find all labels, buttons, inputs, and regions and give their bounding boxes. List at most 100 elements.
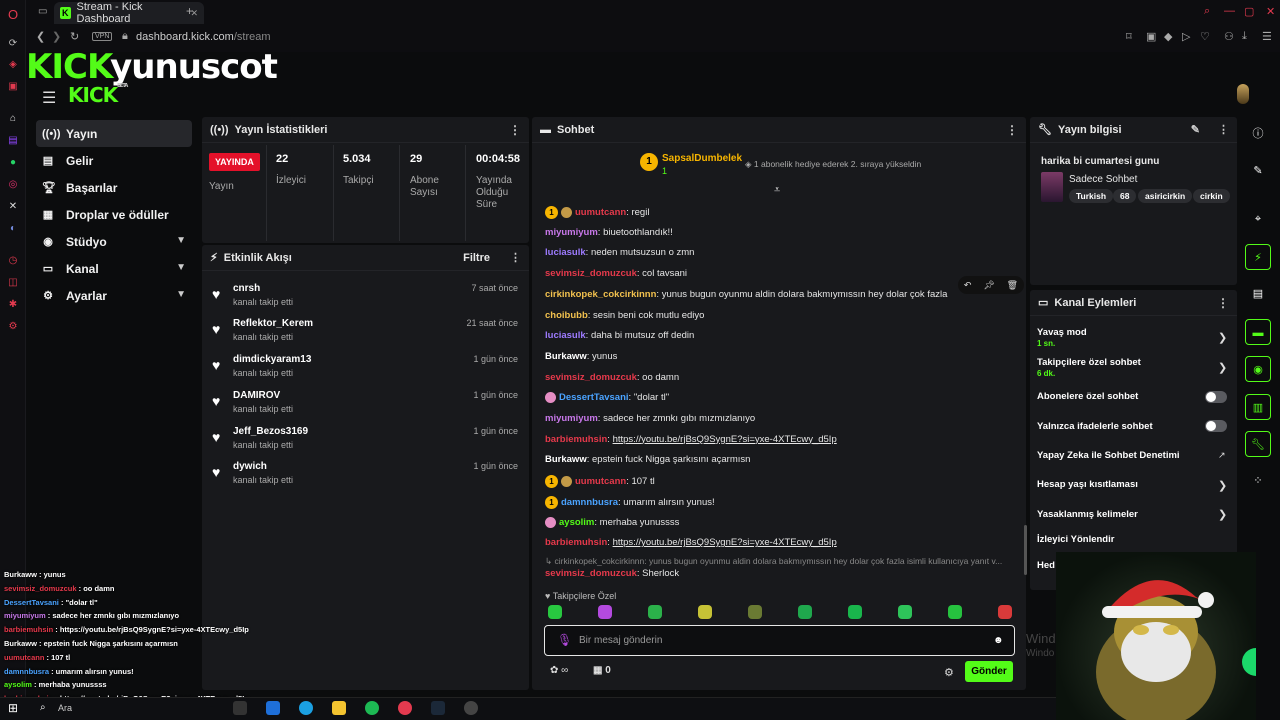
- chevron-right-icon[interactable]: ❯: [1218, 331, 1227, 344]
- action-slow-mode[interactable]: Yavaş mod 1 sn.: [1037, 327, 1087, 348]
- chat-message[interactable]: sevimsiz_domuzcuk: Sherlock: [545, 568, 679, 579]
- chevron-right-icon[interactable]: ❯: [1218, 361, 1227, 374]
- emote[interactable]: [648, 605, 662, 619]
- subs-only-toggle[interactable]: [1205, 391, 1227, 403]
- kick-logo[interactable]: KICKBETA: [68, 83, 128, 107]
- chat-username[interactable]: DessertTavsani: [559, 392, 629, 403]
- activity-item[interactable]: ♥ Jeff_Bezos3169 kanalı takip etti 1 gün ön…: [212, 426, 518, 462]
- mic-icon[interactable]: 🎙︎: [557, 633, 572, 647]
- chat-username[interactable]: uumutcann: [575, 207, 626, 218]
- search-tabs-icon[interactable]: ⌕: [1204, 5, 1210, 18]
- emote[interactable]: [698, 605, 712, 619]
- tab-kick-dashboard[interactable]: K Stream - Kick Dashboard ✕: [54, 1, 204, 25]
- chat-settings-icon[interactable]: ⚙: [944, 666, 954, 679]
- chat-username[interactable]: sevimsiz_domuzcuk: [545, 268, 637, 279]
- chat-username[interactable]: Burkaww: [545, 454, 587, 465]
- nav-item-ayarlar[interactable]: ⚙ Ayarlar ▼: [36, 282, 192, 309]
- action-goal[interactable]: Hed: [1037, 560, 1055, 571]
- task-view-icon[interactable]: [233, 701, 247, 715]
- reload-icon[interactable]: ↻: [70, 30, 79, 43]
- grid-icon[interactable]: ⁘: [1245, 468, 1271, 494]
- chat-username[interactable]: Burkaww: [545, 351, 587, 362]
- chat-message[interactable]: luciasulk: daha bi mutsuz off dedin: [545, 330, 694, 341]
- back-icon[interactable]: ❮: [36, 30, 45, 43]
- wrench-icon[interactable]: 🔧︎: [1245, 431, 1271, 457]
- edit-icon[interactable]: ✎: [1245, 158, 1271, 184]
- heart-icon[interactable]: ♡: [1200, 30, 1210, 43]
- activity-item[interactable]: ♥ cnrsh kanalı takip etti 7 saat önce: [212, 283, 518, 319]
- user-avatar[interactable]: [1237, 84, 1249, 104]
- snapshot-icon[interactable]: ▣: [1146, 30, 1156, 43]
- nav-item-basarilar[interactable]: 🏆︎ Başarılar: [36, 174, 192, 201]
- chat-message[interactable]: Burkaww: yunus: [545, 351, 617, 362]
- action-subs-only[interactable]: Abonelere özel sohbet: [1037, 391, 1138, 402]
- action-ai-moderation[interactable]: Yapay Zeka ile Sohbet Denetimi: [1037, 450, 1180, 461]
- list-icon[interactable]: ▤: [1245, 281, 1271, 307]
- chat-username[interactable]: barbiemuhsin: [545, 434, 607, 445]
- delete-icon[interactable]: 🗑︎: [1007, 280, 1018, 291]
- shield-icon[interactable]: ◆: [1164, 30, 1172, 43]
- more-icon[interactable]: ⋮: [1218, 123, 1229, 136]
- emote-only-toggle[interactable]: [1205, 420, 1227, 432]
- taskbar-search-icon[interactable]: ⌕: [40, 702, 46, 713]
- action-banned-words[interactable]: Yasaklanmış kelimeler: [1037, 509, 1138, 520]
- focus-icon[interactable]: ⌖: [1245, 206, 1271, 232]
- dashboard-icon[interactable]: ▥: [1245, 394, 1271, 420]
- chat-message[interactable]: barbiemuhsin: https://youtu.be/rjBsQ9Syg…: [545, 434, 837, 445]
- edge-icon[interactable]: [299, 701, 313, 715]
- vpn-badge[interactable]: VPN: [92, 32, 113, 41]
- broadcast-icon[interactable]: ◉: [1245, 356, 1271, 382]
- chat-username[interactable]: cirkinkopek_cokcirkinnn: [545, 289, 656, 300]
- chat-username[interactable]: miyumiyum: [545, 227, 598, 238]
- chat-username[interactable]: luciasulk: [545, 330, 586, 341]
- reload-side-icon[interactable]: ⟳: [6, 37, 20, 51]
- emote[interactable]: [798, 605, 812, 619]
- chat-message[interactable]: cirkinkopek_cokcirkinnn: yunus bugun oyu…: [545, 289, 947, 300]
- download-icon[interactable]: ⤓: [1242, 30, 1247, 43]
- nav-item-yayin[interactable]: ((•)) Yayın: [36, 120, 192, 147]
- emote[interactable]: [998, 605, 1012, 619]
- emote[interactable]: [598, 605, 612, 619]
- sidebar-settings-icon[interactable]: ⚙: [6, 320, 20, 334]
- more-icon[interactable]: ⋮: [510, 251, 521, 264]
- edit-icon[interactable]: ✎: [1191, 123, 1200, 136]
- action-account-age[interactable]: Hesap yaşı kısıtlaması: [1037, 479, 1138, 490]
- more-icon[interactable]: ⋮: [1217, 296, 1229, 310]
- chat-icon[interactable]: ▬: [1245, 319, 1271, 345]
- player-icon[interactable]: ▷: [1182, 30, 1190, 43]
- windows-start-icon[interactable]: ⊞: [8, 701, 18, 715]
- stream-tag[interactable]: Turkish: [1069, 189, 1114, 203]
- easy-setup-icon[interactable]: ☰: [1262, 30, 1272, 43]
- forward-icon[interactable]: ❯: [52, 30, 61, 43]
- steam-icon[interactable]: [431, 701, 445, 715]
- aria-icon[interactable]: ◈: [6, 58, 20, 72]
- clock-icon[interactable]: ◷: [6, 254, 20, 268]
- chat-username[interactable]: damnnbusra: [561, 497, 618, 508]
- taskbar-search-label[interactable]: Ara: [58, 703, 72, 713]
- chat-message[interactable]: luciasulk: neden mutsuzsun o zmn: [545, 247, 694, 258]
- emote[interactable]: [898, 605, 912, 619]
- mail-app-icon[interactable]: [266, 701, 280, 715]
- emoji-icon[interactable]: ☻: [993, 635, 1004, 646]
- nav-item-kanal[interactable]: ▭ Kanal ▼: [36, 255, 192, 282]
- gift-counter[interactable]: ▦ 0: [593, 665, 611, 676]
- nav-item-gelir[interactable]: ▤ Gelir: [36, 147, 192, 174]
- more-icon[interactable]: ⋮: [1006, 123, 1018, 137]
- wallet-icon[interactable]: ◫: [6, 276, 20, 290]
- url-field[interactable]: dashboard.kick.com/stream: [136, 31, 271, 43]
- chat-username[interactable]: choibubb: [545, 310, 588, 321]
- new-tab-button[interactable]: +: [186, 4, 193, 18]
- chat-input[interactable]: Bir mesaj gönderin: [544, 625, 1015, 656]
- chat-username[interactable]: uumutcann: [575, 476, 626, 487]
- chat-message[interactable]: sevimsiz_domuzcuk: col tavsani: [545, 268, 687, 279]
- whatsapp-icon[interactable]: ●: [6, 156, 20, 170]
- chat-rules-icon[interactable]: ✿ ∞: [550, 665, 568, 676]
- stream-tag[interactable]: asiricirkin: [1138, 189, 1193, 203]
- opera-gx-icon[interactable]: [398, 701, 412, 715]
- chat-username[interactable]: miyumiyum: [545, 413, 598, 424]
- chevron-right-icon[interactable]: ❯: [1218, 508, 1227, 521]
- pinned-gifter[interactable]: 1 SapsalDumbelek 1: [640, 153, 742, 176]
- chat-message[interactable]: DessertTavsani: "dolar tl": [545, 392, 669, 403]
- action-emote-only[interactable]: Yalnızca ifadelerle sohbet: [1037, 421, 1153, 432]
- chat-message[interactable]: 1 uumutcann: 107 tl: [545, 475, 655, 489]
